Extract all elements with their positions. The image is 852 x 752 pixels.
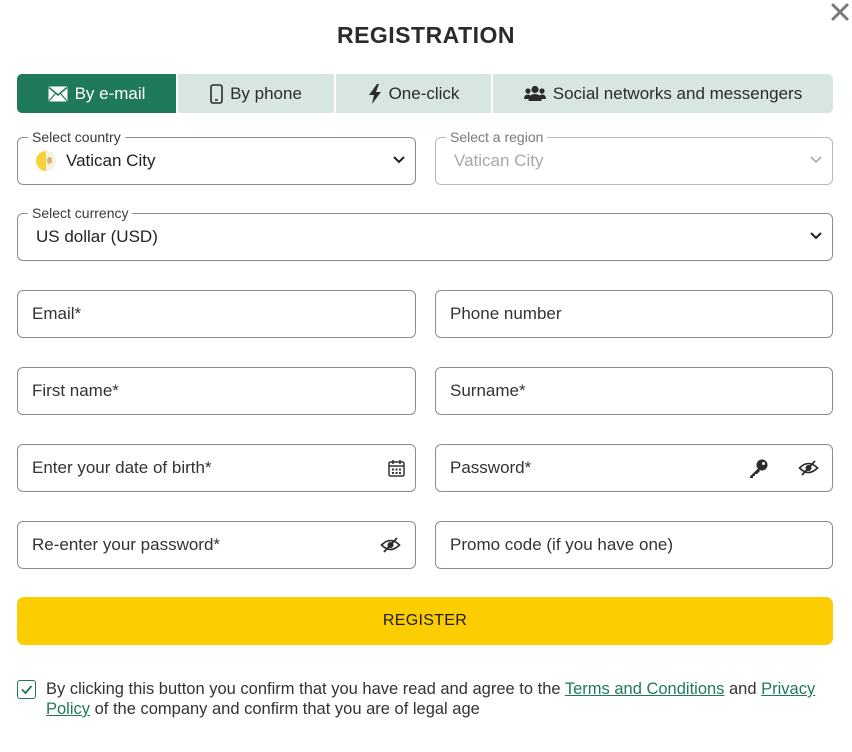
phone-number-field-placeholder: Phone number bbox=[450, 304, 562, 323]
tab-label: By phone bbox=[230, 83, 302, 103]
tab-by-phone[interactable]: By phone bbox=[178, 74, 336, 113]
tab-one-click[interactable]: One-click bbox=[336, 74, 493, 113]
eye-slash-icon[interactable] bbox=[380, 536, 401, 554]
consent-text-and: and bbox=[724, 680, 762, 698]
registration-tabs: By e-mail By phone One-click Social netw… bbox=[17, 74, 833, 113]
page-title: REGISTRATION bbox=[336, 22, 516, 48]
consent-text: By clicking this button you confirm that… bbox=[46, 679, 836, 719]
terms-and-conditions-link[interactable]: Terms and Conditions bbox=[565, 680, 725, 698]
country-select-label: Select country bbox=[28, 129, 125, 145]
country-select-value: Vatican City bbox=[66, 151, 156, 170]
eye-slash-icon[interactable] bbox=[798, 459, 819, 477]
register-button[interactable]: REGISTER bbox=[17, 597, 833, 645]
phone-icon bbox=[210, 83, 223, 104]
chevron-down-icon bbox=[393, 156, 405, 164]
calendar-icon[interactable] bbox=[388, 459, 405, 477]
region-select-value: Vatican City bbox=[454, 151, 544, 170]
first-name-field[interactable]: First name* bbox=[17, 367, 416, 415]
consent-text-after: of the company and confirm that you are … bbox=[90, 700, 480, 718]
tab-label: By e-mail bbox=[74, 83, 146, 103]
consent-checkbox[interactable] bbox=[17, 680, 36, 699]
chevron-down-icon bbox=[810, 232, 822, 240]
region-select[interactable]: Select a region Vatican City bbox=[435, 129, 833, 185]
phone-number-field[interactable]: Phone number bbox=[435, 290, 833, 338]
chevron-down-icon bbox=[810, 156, 822, 164]
consent-text-before: By clicking this button you confirm that… bbox=[46, 680, 565, 698]
email-field-placeholder: Email* bbox=[32, 304, 82, 323]
tab-by-email[interactable]: By e-mail bbox=[17, 74, 178, 113]
key-icon[interactable] bbox=[748, 458, 769, 479]
email-field[interactable]: Email* bbox=[17, 290, 416, 338]
tab-label: One-click bbox=[388, 83, 460, 103]
close-icon bbox=[831, 3, 849, 21]
password-field-placeholder: Password* bbox=[450, 458, 532, 477]
surname-field-placeholder: Surname* bbox=[450, 381, 526, 400]
surname-field[interactable]: Surname* bbox=[435, 367, 833, 415]
users-icon bbox=[523, 85, 546, 101]
password-field[interactable]: Password* bbox=[435, 444, 833, 492]
promo-code-field[interactable]: Promo code (if you have one) bbox=[435, 521, 833, 569]
currency-select[interactable]: Select currency US dollar (USD) bbox=[17, 205, 833, 261]
region-select-label: Select a region bbox=[446, 129, 548, 145]
lightning-icon bbox=[368, 83, 381, 104]
tab-label: Social networks and messengers bbox=[552, 83, 803, 103]
re-enter-password-field-placeholder: Re-enter your password* bbox=[32, 535, 221, 554]
currency-select-label: Select currency bbox=[28, 205, 133, 221]
currency-select-value: US dollar (USD) bbox=[36, 227, 158, 246]
envelope-icon bbox=[48, 86, 68, 101]
first-name-field-placeholder: First name* bbox=[32, 381, 119, 400]
date-of-birth-field-placeholder: Enter your date of birth* bbox=[32, 458, 212, 477]
date-of-birth-field[interactable]: Enter your date of birth* bbox=[17, 444, 416, 492]
promo-code-field-placeholder: Promo code (if you have one) bbox=[450, 535, 674, 554]
vatican-flag-icon bbox=[36, 151, 56, 171]
country-select[interactable]: Select country Vatican City bbox=[17, 129, 416, 185]
tab-social-networks[interactable]: Social networks and messengers bbox=[493, 74, 833, 113]
re-enter-password-field[interactable]: Re-enter your password* bbox=[17, 521, 416, 569]
checkmark-icon bbox=[21, 685, 33, 695]
